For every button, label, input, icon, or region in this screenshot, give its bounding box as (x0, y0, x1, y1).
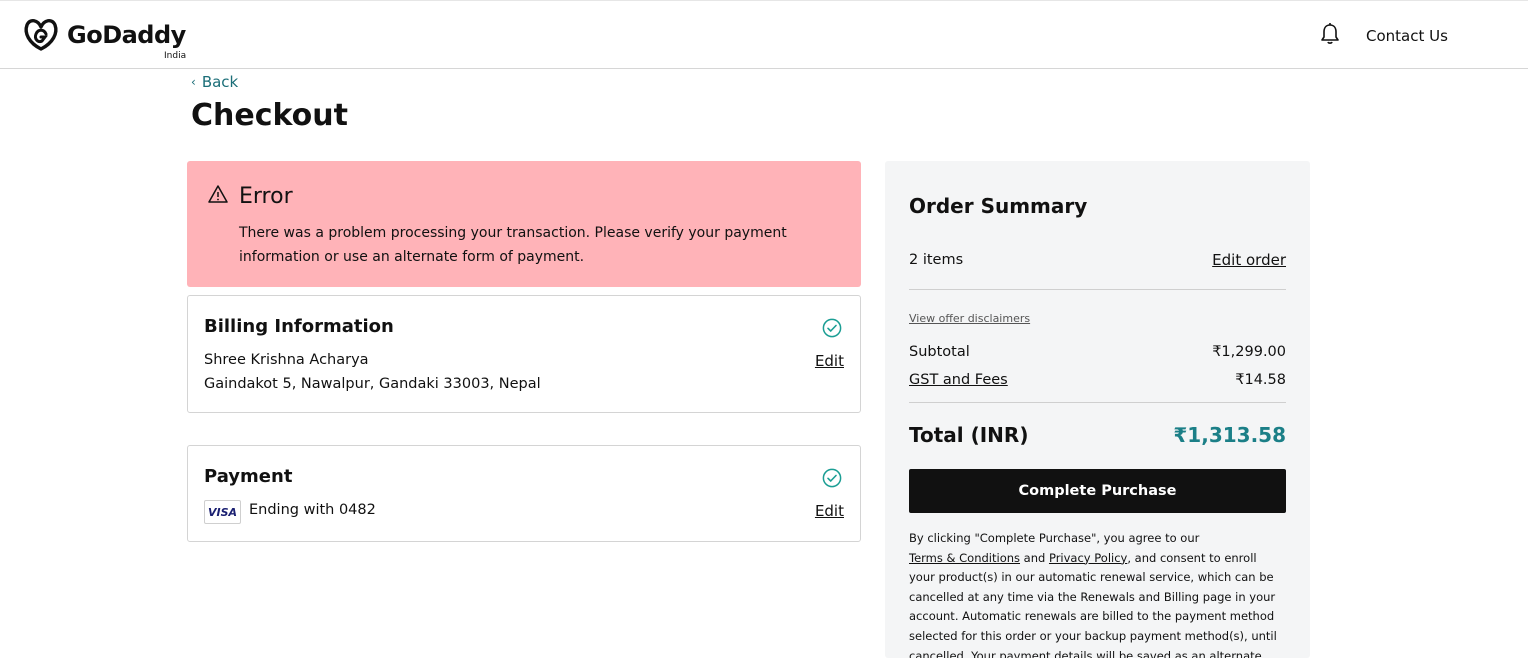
legal-text: By clicking "Complete Purchase", you agr… (909, 529, 1286, 658)
billing-edit-link[interactable]: Edit (815, 352, 844, 370)
order-summary-title: Order Summary (909, 194, 1088, 218)
gst-value: ₹14.58 (1235, 372, 1286, 388)
total-label: Total (INR) (909, 423, 1029, 447)
page-title: Checkout (191, 98, 348, 133)
edit-order-link[interactable]: Edit order (1212, 251, 1286, 269)
check-circle-icon (822, 318, 842, 338)
billing-title: Billing Information (204, 316, 394, 337)
privacy-link[interactable]: Privacy Policy (1049, 551, 1127, 565)
divider (909, 289, 1286, 290)
subtotal-value: ₹1,299.00 (1212, 344, 1286, 360)
billing-card: Billing Information Shree Krishna Achary… (187, 295, 861, 413)
gst-row: GST and Fees ₹14.58 (909, 372, 1286, 388)
logo-region: India (164, 51, 187, 61)
godaddy-logo[interactable]: GoDaddy India (21, 17, 186, 61)
back-label: Back (201, 73, 239, 91)
logo-text: GoDaddy (67, 21, 186, 49)
error-message: There was a problem processing your tran… (239, 225, 787, 265)
subtotal-label: Subtotal (909, 344, 970, 360)
terms-link[interactable]: Terms & Conditions (909, 551, 1020, 565)
error-alert: Error There was a problem processing you… (187, 161, 861, 287)
view-disclaimers-link[interactable]: View offer disclaimers (909, 312, 1030, 325)
error-title: Error (239, 184, 293, 209)
top-header: GoDaddy India Contact Us (0, 0, 1528, 69)
back-link[interactable]: ‹ Back (191, 73, 238, 91)
items-count: 2 items (909, 252, 964, 268)
legal-intro: By clicking "Complete Purchase", you agr… (909, 531, 1200, 545)
contact-us-link[interactable]: Contact Us (1366, 27, 1448, 45)
divider (909, 402, 1286, 403)
order-summary-panel: Order Summary 2 items Edit order View of… (885, 161, 1310, 658)
godaddy-logo-icon (24, 19, 58, 51)
subtotal-row: Subtotal ₹1,299.00 (909, 344, 1286, 360)
payment-card: Payment VISA Ending with 0482 Edit (187, 445, 861, 542)
payment-edit-link[interactable]: Edit (815, 502, 844, 520)
legal-and: and (1020, 550, 1049, 565)
chevron-left-icon: ‹ (191, 75, 196, 89)
warning-icon (208, 185, 228, 203)
complete-purchase-button[interactable]: Complete Purchase (909, 469, 1286, 513)
bell-icon[interactable] (1319, 22, 1341, 46)
check-circle-icon (822, 468, 842, 488)
gst-fees-link[interactable]: GST and Fees (909, 372, 1008, 388)
payment-title: Payment (204, 466, 293, 487)
visa-icon: VISA (204, 500, 241, 524)
total-row: Total (INR) ₹1,313.58 (909, 423, 1286, 447)
card-ending-text: Ending with 0482 (249, 502, 376, 518)
total-value: ₹1,313.58 (1173, 423, 1286, 447)
billing-address: Gaindakot 5, Nawalpur, Gandaki 33003, Ne… (204, 376, 541, 392)
billing-name: Shree Krishna Acharya (204, 352, 369, 368)
items-row: 2 items Edit order (909, 251, 1286, 269)
legal-body: , and consent to enroll your product(s) … (909, 550, 1277, 658)
